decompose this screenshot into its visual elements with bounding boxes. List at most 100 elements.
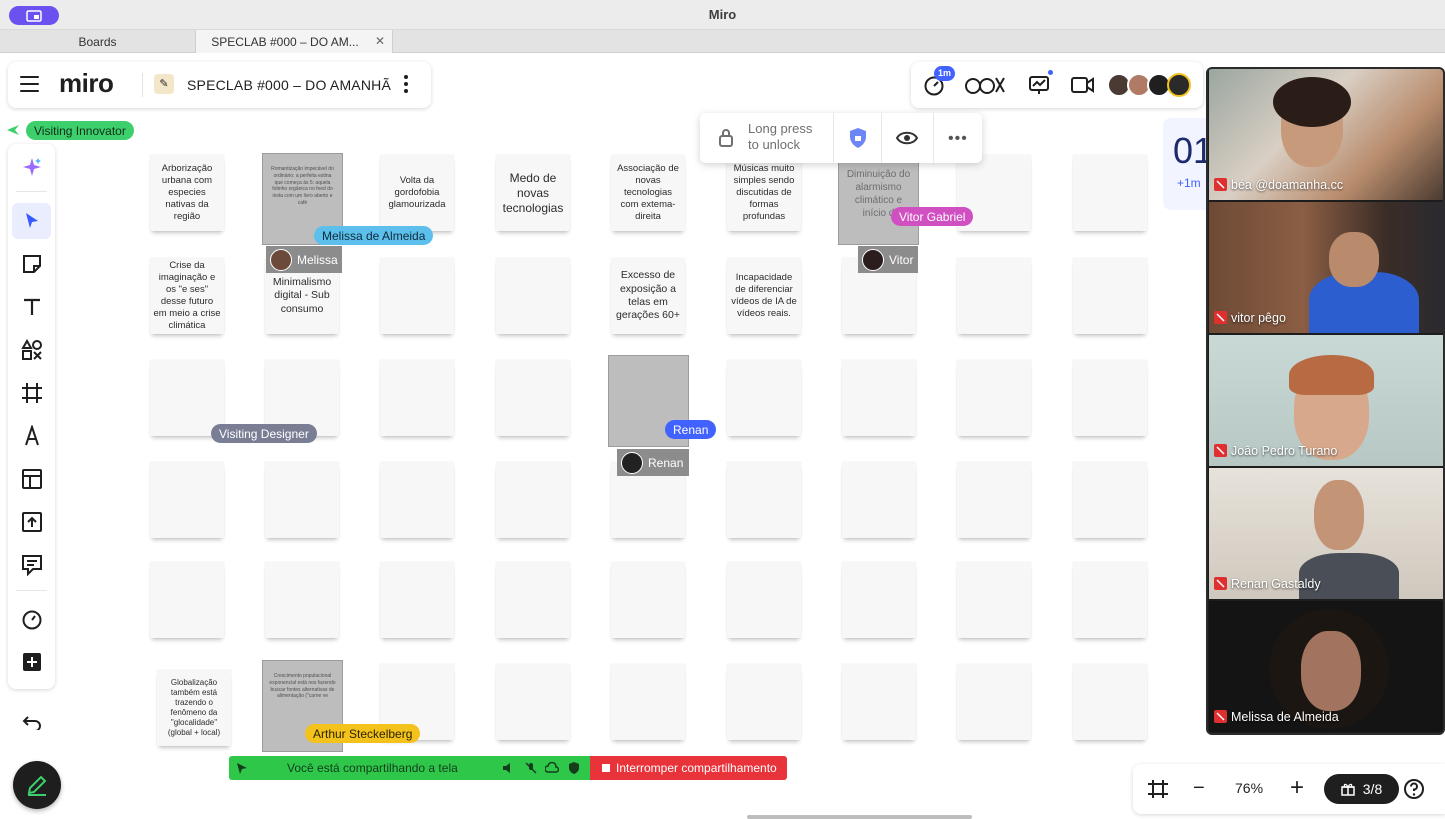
tab-speclab[interactable]: SPECLAB #000 – DO AM... ✕: [196, 30, 393, 53]
board-canvas[interactable]: Arborização urbana com especies nativas …: [0, 54, 1445, 819]
sticky-note[interactable]: [842, 462, 916, 538]
mic-off-icon[interactable]: [525, 762, 537, 774]
sticky-note[interactable]: [265, 462, 339, 538]
templates-tool-icon[interactable]: [12, 461, 51, 497]
board-name[interactable]: SPECLAB #000 – DO AMANHÃ: [187, 77, 391, 93]
sticky-note[interactable]: [1073, 562, 1147, 638]
sticky-note[interactable]: [611, 664, 685, 740]
participant-tile[interactable]: vitor pêgo: [1209, 202, 1443, 333]
sticky-note-tool-icon[interactable]: [12, 246, 51, 282]
text-tool-icon[interactable]: [12, 289, 51, 325]
pen-quick-access-button[interactable]: [13, 761, 61, 809]
sticky-note[interactable]: [1073, 155, 1147, 231]
editor-chip: Vitor: [858, 246, 918, 273]
lock-icon[interactable]: [718, 128, 734, 148]
stop-sharing-button[interactable]: Interromper compartilhamento: [590, 756, 787, 780]
sticky-note[interactable]: [496, 462, 570, 538]
pen-tool-icon[interactable]: [12, 418, 51, 454]
main-menu-icon[interactable]: [20, 76, 39, 94]
participant-video: [1289, 355, 1374, 395]
cloud-icon[interactable]: [545, 762, 559, 774]
sticky-note[interactable]: [842, 562, 916, 638]
zoom-in-button[interactable]: +: [1290, 774, 1304, 802]
sticky-note[interactable]: Arborização urbana com especies nativas …: [150, 155, 224, 231]
sticky-note[interactable]: [380, 462, 454, 538]
speaker-icon[interactable]: [502, 762, 514, 774]
sticky-note[interactable]: [265, 562, 339, 638]
sticky-note[interactable]: [957, 462, 1031, 538]
sticky-note[interactable]: Medo de novas tecnologias: [496, 155, 570, 231]
sticky-note[interactable]: [1073, 258, 1147, 334]
sticky-note[interactable]: [727, 562, 801, 638]
sticky-note[interactable]: [496, 562, 570, 638]
sticky-note[interactable]: Globalização também está trazendo o fenô…: [157, 670, 231, 746]
tab-boards[interactable]: Boards: [0, 30, 196, 53]
help-icon[interactable]: [1403, 778, 1425, 800]
close-tab-icon[interactable]: ✕: [375, 34, 385, 48]
comment-tool-icon[interactable]: [12, 547, 51, 583]
sticky-note[interactable]: [842, 360, 916, 436]
miro-logo[interactable]: miro: [59, 68, 114, 99]
sticky-note[interactable]: [957, 664, 1031, 740]
sticky-note[interactable]: [1073, 664, 1147, 740]
undo-icon[interactable]: [8, 702, 55, 742]
more-options-icon[interactable]: •••: [948, 130, 968, 148]
sticky-note[interactable]: [957, 258, 1031, 334]
presentation-icon[interactable]: [1027, 73, 1051, 97]
horizontal-scrollbar[interactable]: [747, 815, 972, 819]
avatar[interactable]: [1167, 73, 1191, 97]
sticky-note-locked[interactable]: Diminuição do alarmismo climático e iníc…: [838, 153, 919, 245]
shield-lock-icon[interactable]: [849, 127, 867, 149]
sticky-note[interactable]: [727, 462, 801, 538]
frame-tool-icon[interactable]: [12, 375, 51, 411]
divider: [16, 191, 47, 192]
sticky-note[interactable]: [842, 664, 916, 740]
sticky-note[interactable]: Músicas muito simples sendo discutidas d…: [727, 155, 801, 231]
timer-add-minute[interactable]: +1m: [1177, 176, 1201, 190]
sticky-note[interactable]: [150, 562, 224, 638]
sticky-note[interactable]: [380, 360, 454, 436]
select-tool-icon[interactable]: [12, 203, 51, 239]
sticky-note[interactable]: [1073, 360, 1147, 436]
sticky-note[interactable]: [150, 360, 224, 436]
add-apps-icon[interactable]: [12, 644, 51, 680]
timer-tool-icon[interactable]: [12, 601, 51, 637]
sticky-note[interactable]: Incapacidade de diferenciar vídeos de IA…: [727, 258, 801, 334]
sticky-note[interactable]: [1073, 462, 1147, 538]
sticky-note[interactable]: [957, 562, 1031, 638]
participant-tile[interactable]: Melissa de Almeida: [1209, 601, 1443, 732]
sticky-note[interactable]: [727, 360, 801, 436]
fit-frame-icon[interactable]: [1147, 779, 1169, 799]
share-status: Você está compartilhando a tela: [229, 756, 590, 780]
participant-tile[interactable]: João Pedro Turano: [1209, 335, 1443, 466]
sticky-note[interactable]: [150, 462, 224, 538]
zoom-out-button[interactable]: −: [1193, 777, 1205, 800]
gifts-button[interactable]: 3/8: [1324, 774, 1399, 804]
sticky-note[interactable]: Associação de novas tecnologias com exte…: [611, 155, 685, 231]
shield-icon[interactable]: [568, 761, 580, 775]
sticky-note[interactable]: Excesso de exposição a telas em gerações…: [611, 258, 685, 334]
sticky-note[interactable]: Crise da imaginação e os "e ses" desse f…: [150, 258, 224, 334]
sticky-note[interactable]: [496, 360, 570, 436]
editor-name: Melissa: [297, 252, 338, 267]
sticky-note[interactable]: [496, 664, 570, 740]
sticky-note[interactable]: [611, 562, 685, 638]
visibility-icon[interactable]: [896, 130, 918, 146]
participant-tile[interactable]: Renan Gastaldy: [1209, 468, 1443, 599]
video-call-icon[interactable]: [1070, 73, 1096, 97]
sticky-note[interactable]: [380, 258, 454, 334]
reactions-icon[interactable]: [964, 73, 1008, 97]
upload-tool-icon[interactable]: [12, 504, 51, 540]
board-more-icon[interactable]: [404, 75, 410, 95]
ai-sparkle-icon[interactable]: [12, 149, 51, 185]
timer-panel[interactable]: 01 +1m: [1163, 118, 1213, 210]
zoom-level[interactable]: 76%: [1235, 780, 1263, 796]
participant-tile[interactable]: béa @doamanha.cc: [1209, 69, 1443, 200]
cursor-arrow-icon: [7, 125, 19, 135]
sticky-note[interactable]: [380, 562, 454, 638]
shapes-tool-icon[interactable]: [12, 332, 51, 368]
sticky-note[interactable]: [496, 258, 570, 334]
sticky-note[interactable]: [727, 664, 801, 740]
sticky-note[interactable]: Volta da gordofobia glamourizada: [380, 155, 454, 231]
sticky-note[interactable]: [957, 360, 1031, 436]
